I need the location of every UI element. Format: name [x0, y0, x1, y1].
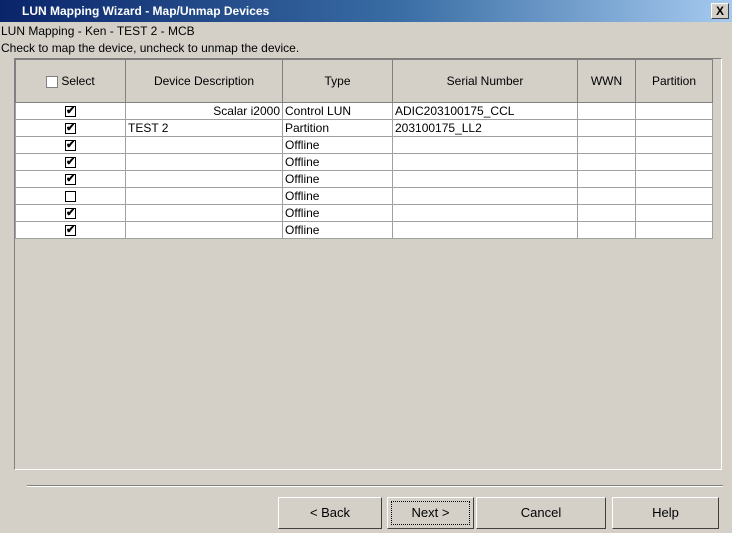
serial-cell — [392, 170, 578, 188]
map-device-checkbox[interactable]: ✔ — [65, 207, 76, 220]
select-cell[interactable]: ✔ — [15, 119, 126, 137]
description-cell: TEST 2 — [125, 119, 283, 137]
select-cell[interactable]: ✔ — [15, 153, 126, 171]
description-cell — [125, 136, 283, 154]
type-cell: Partition — [282, 119, 393, 137]
type-cell: Offline — [282, 221, 393, 239]
partition-cell — [635, 153, 713, 171]
description-cell — [125, 221, 283, 239]
table-row[interactable]: ✔ TEST 2 Partition 203100175_LL2 — [15, 119, 713, 137]
column-header-select[interactable]: Select — [15, 59, 126, 103]
wwn-cell — [577, 136, 636, 154]
table-row[interactable]: ✔ Scalar i2000 Control LUN ADIC203100175_CC… — [15, 102, 713, 120]
mapping-context-label: LUN Mapping - Ken - TEST 2 - MCB — [1, 24, 195, 38]
description-cell — [125, 187, 283, 205]
type-cell: Offline — [282, 170, 393, 188]
select-cell[interactable] — [15, 187, 126, 205]
select-cell[interactable]: ✔ — [15, 204, 126, 222]
select-cell[interactable]: ✔ — [15, 170, 126, 188]
map-device-checkbox[interactable]: ✔ — [65, 224, 76, 237]
serial-cell: 203100175_LL2 — [392, 119, 578, 137]
partition-cell — [635, 136, 713, 154]
map-device-checkbox[interactable]: ✔ — [65, 105, 76, 118]
serial-cell — [392, 204, 578, 222]
checkmark-icon: ✔ — [66, 224, 76, 237]
column-header-type[interactable]: Type — [282, 59, 393, 103]
select-all-checkbox[interactable] — [46, 75, 59, 88]
select-cell[interactable]: ✔ — [15, 136, 126, 154]
table-row[interactable]: ✔ Offline — [15, 136, 713, 154]
window-title: LUN Mapping Wizard - Map/Unmap Devices — [22, 4, 270, 18]
table-row[interactable]: ✔ Offline — [15, 170, 713, 188]
table-row[interactable]: ✔ Offline — [15, 204, 713, 222]
partition-cell — [635, 102, 713, 120]
serial-cell — [392, 221, 578, 239]
checkmark-icon: ✔ — [66, 105, 76, 118]
column-header-wwn[interactable]: WWN — [577, 59, 636, 103]
partition-cell — [635, 170, 713, 188]
type-cell: Offline — [282, 153, 393, 171]
serial-cell — [392, 153, 578, 171]
description-cell — [125, 153, 283, 171]
column-header-description[interactable]: Device Description — [125, 59, 283, 103]
checkmark-icon: ✔ — [66, 173, 76, 186]
type-cell: Offline — [282, 204, 393, 222]
description-cell — [125, 204, 283, 222]
serial-cell: ADIC203100175_CCL — [392, 102, 578, 120]
back-button[interactable]: < Back — [278, 497, 382, 529]
device-table-panel: Select Device Description Type Serial Nu… — [14, 58, 722, 470]
partition-cell — [635, 204, 713, 222]
type-cell: Control LUN — [282, 102, 393, 120]
cancel-button[interactable]: Cancel — [476, 497, 606, 529]
wwn-cell — [577, 102, 636, 120]
wwn-cell — [577, 153, 636, 171]
wwn-cell — [577, 170, 636, 188]
table-row[interactable]: Offline — [15, 187, 713, 205]
checkmark-icon: ✔ — [66, 122, 76, 135]
map-device-checkbox[interactable] — [65, 191, 76, 203]
serial-cell — [392, 136, 578, 154]
wwn-cell — [577, 187, 636, 205]
map-device-checkbox[interactable]: ✔ — [65, 139, 76, 152]
checkmark-icon: ✔ — [66, 139, 76, 152]
help-button[interactable]: Help — [612, 497, 719, 529]
instructions-label: Check to map the device, uncheck to unma… — [1, 41, 300, 55]
column-header-partition[interactable]: Partition — [635, 59, 713, 103]
map-device-checkbox[interactable]: ✔ — [65, 173, 76, 186]
wwn-cell — [577, 119, 636, 137]
table-row[interactable]: ✔ Offline — [15, 221, 713, 239]
button-separator — [27, 485, 723, 487]
partition-cell — [635, 221, 713, 239]
description-cell: Scalar i2000 — [125, 102, 283, 120]
map-device-checkbox[interactable]: ✔ — [65, 122, 76, 135]
wwn-cell — [577, 221, 636, 239]
type-cell: Offline — [282, 187, 393, 205]
partition-cell — [635, 187, 713, 205]
select-cell[interactable]: ✔ — [15, 102, 126, 120]
checkmark-icon: ✔ — [66, 207, 76, 220]
serial-cell — [392, 187, 578, 205]
next-button[interactable]: Next > — [387, 497, 474, 529]
table-header-row: Select Device Description Type Serial Nu… — [15, 59, 713, 103]
device-table: Select Device Description Type Serial Nu… — [15, 59, 713, 239]
description-cell — [125, 170, 283, 188]
select-cell[interactable]: ✔ — [15, 221, 126, 239]
close-icon[interactable]: X — [711, 3, 729, 19]
title-bar: LUN Mapping Wizard - Map/Unmap Devices X — [0, 0, 732, 22]
table-row[interactable]: ✔ Offline — [15, 153, 713, 171]
partition-cell — [635, 119, 713, 137]
map-device-checkbox[interactable]: ✔ — [65, 156, 76, 169]
checkmark-icon: ✔ — [66, 156, 76, 169]
column-header-serial[interactable]: Serial Number — [392, 59, 578, 103]
wwn-cell — [577, 204, 636, 222]
type-cell: Offline — [282, 136, 393, 154]
